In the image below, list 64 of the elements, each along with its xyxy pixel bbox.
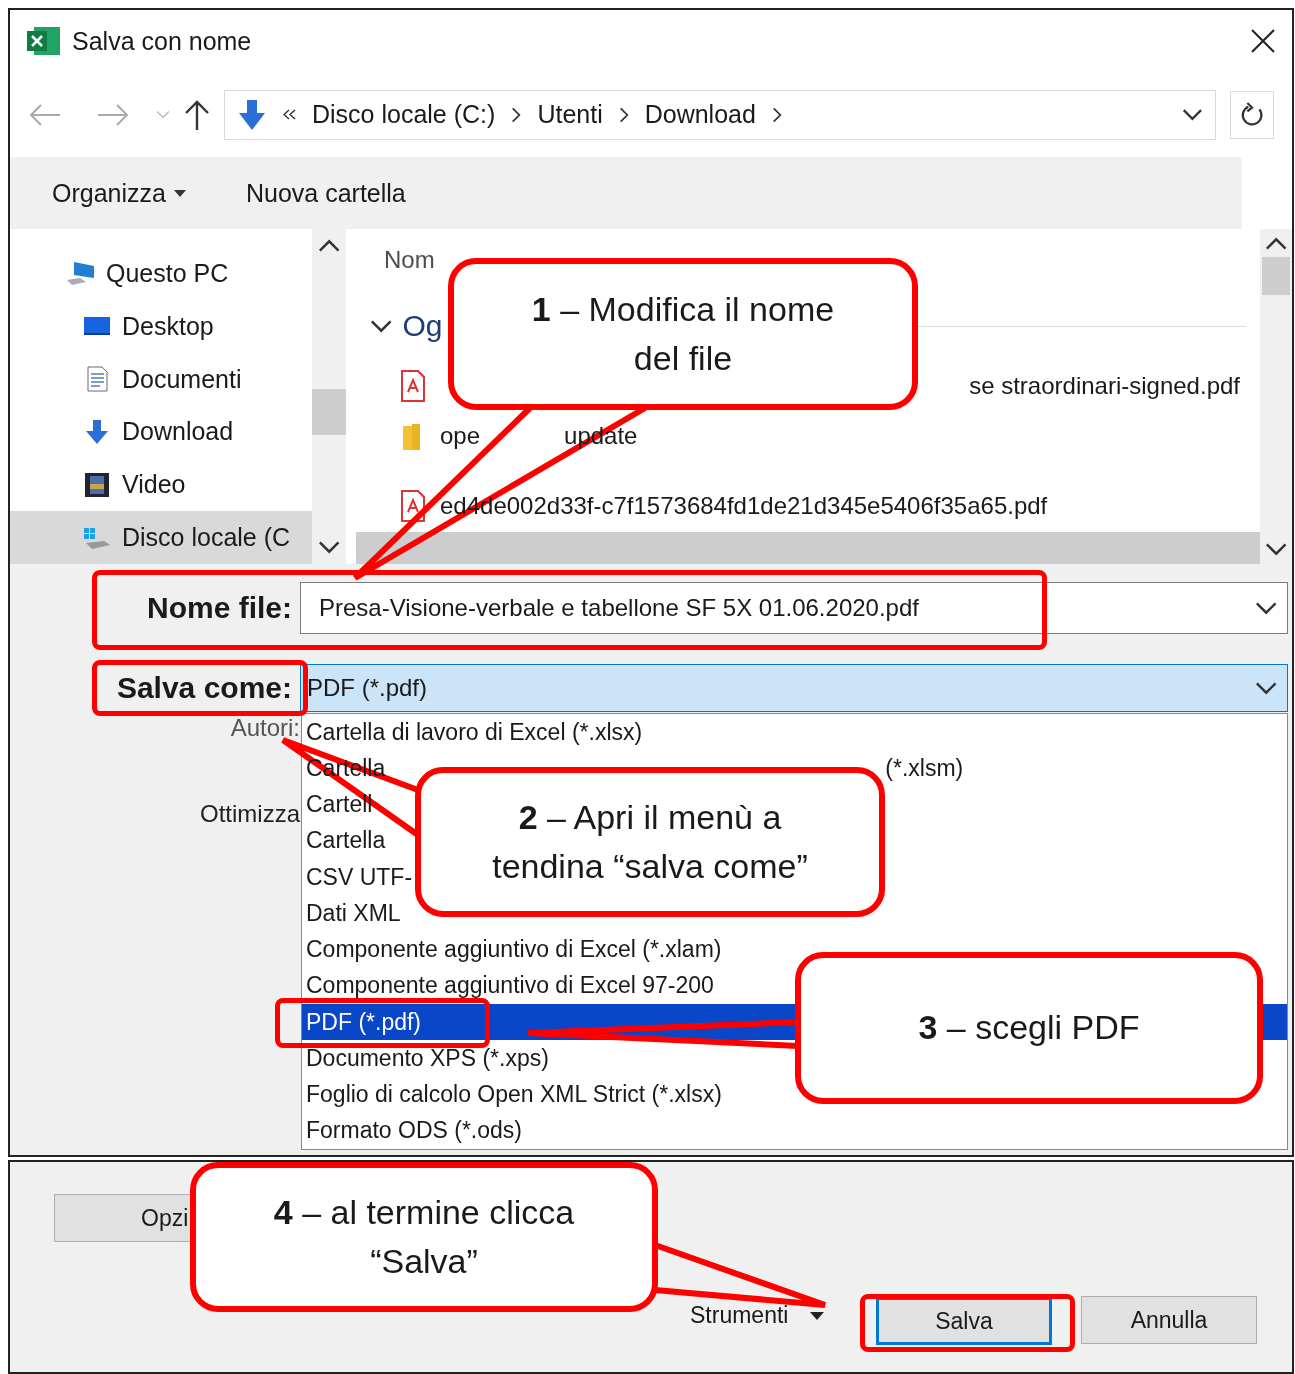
chevron-down-icon (1254, 681, 1277, 695)
caret-icon (810, 1311, 825, 1320)
scroll-up-icon[interactable] (1264, 237, 1288, 251)
address-bar[interactable]: Disco locale (C:) Utenti Download (224, 89, 1216, 140)
field-label: Nome file: (146, 591, 292, 625)
sidebar-item[interactable]: Questo PC (10, 247, 312, 300)
film-icon (82, 471, 112, 498)
cancel-button[interactable]: Annulla (1081, 1296, 1257, 1344)
spreadsheet-icon (26, 25, 62, 57)
menu-option[interactable]: Cartella di lavoro di Excel (*.xlsx) (302, 714, 1287, 751)
chevron-right-icon (618, 106, 629, 123)
instruction-tooltip: 3 – scegli PDF (795, 952, 1263, 1104)
instruction-tooltip: 4 – al termine clicca “Salva” (190, 1162, 658, 1312)
horizontal-scrollbar[interactable] (356, 532, 1260, 564)
instruction-tooltip: 2 – Apri il menù a tendina “salva come” (415, 767, 885, 917)
close-icon[interactable] (1250, 28, 1276, 54)
scrollbar-thumb[interactable] (312, 389, 346, 435)
organize-menu[interactable]: Organizza (52, 178, 186, 208)
sidebar-label: Documenti (122, 364, 242, 394)
scrollbar-thumb[interactable] (1262, 257, 1290, 295)
field-label: Autori: (230, 714, 300, 742)
pdf-file-icon (400, 370, 426, 402)
sidebar-item[interactable]: Video (10, 458, 312, 512)
up-arrow-icon[interactable] (184, 98, 210, 131)
chevron-right-icon (511, 106, 522, 123)
sidebar-item[interactable]: Desktop (10, 299, 312, 353)
breadcrumb[interactable]: Download (644, 100, 756, 129)
group-header: Og (402, 309, 443, 343)
window-title: Salva con nome (72, 26, 252, 56)
refresh-button[interactable] (1230, 90, 1274, 139)
field-label: Ottimizza (200, 800, 300, 828)
scroll-down-icon[interactable] (1264, 542, 1288, 556)
sidebar-item[interactable]: Download (10, 405, 312, 459)
chevron-down-icon (370, 319, 393, 333)
sidebar-label: Disco locale (C (122, 523, 291, 553)
column-header[interactable]: Nom (384, 246, 435, 274)
menu-option[interactable]: Formato ODS (*.ods) (302, 1112, 1287, 1149)
sidebar-label: Download (122, 417, 234, 447)
new-folder-button[interactable]: Nuova cartella (245, 178, 406, 208)
filename-field[interactable]: Presa-Visione-verbale e tabellone SF 5X 01.06.2020.pdf (300, 582, 1288, 634)
field-label: Salva come: (116, 671, 292, 705)
chevron-down-icon[interactable] (1182, 108, 1203, 121)
file-name[interactable]: se straordinari-signed.pdf (969, 372, 1240, 400)
computer-icon (66, 260, 96, 287)
sidebar-item[interactable]: Documenti (10, 352, 312, 406)
sidebar-item[interactable]: Disco locale (C (10, 511, 312, 564)
pdf-file-icon (400, 490, 426, 522)
chevron-right-icon (771, 106, 782, 123)
chevron-down-icon (1254, 601, 1277, 615)
double-chevron-icon (283, 109, 296, 120)
sidebar-label: Desktop (122, 311, 214, 341)
sidebar-label: Questo PC (106, 258, 229, 288)
scroll-down-icon[interactable] (317, 540, 341, 554)
refresh-icon (1239, 101, 1265, 128)
instruction-tooltip: 1 – Modifica il nome del file (448, 258, 918, 410)
download-icon (237, 98, 267, 131)
breadcrumb[interactable]: Disco locale (C:) (312, 100, 496, 129)
scroll-up-icon[interactable] (317, 239, 341, 253)
sidebar-label: Video (122, 470, 186, 500)
breadcrumb[interactable]: Utenti (537, 100, 603, 129)
caret-icon (173, 189, 186, 197)
file-name[interactable]: ope (440, 422, 481, 450)
tools-menu[interactable]: Strumenti (690, 1302, 825, 1329)
save-button[interactable]: Salva (876, 1297, 1052, 1345)
